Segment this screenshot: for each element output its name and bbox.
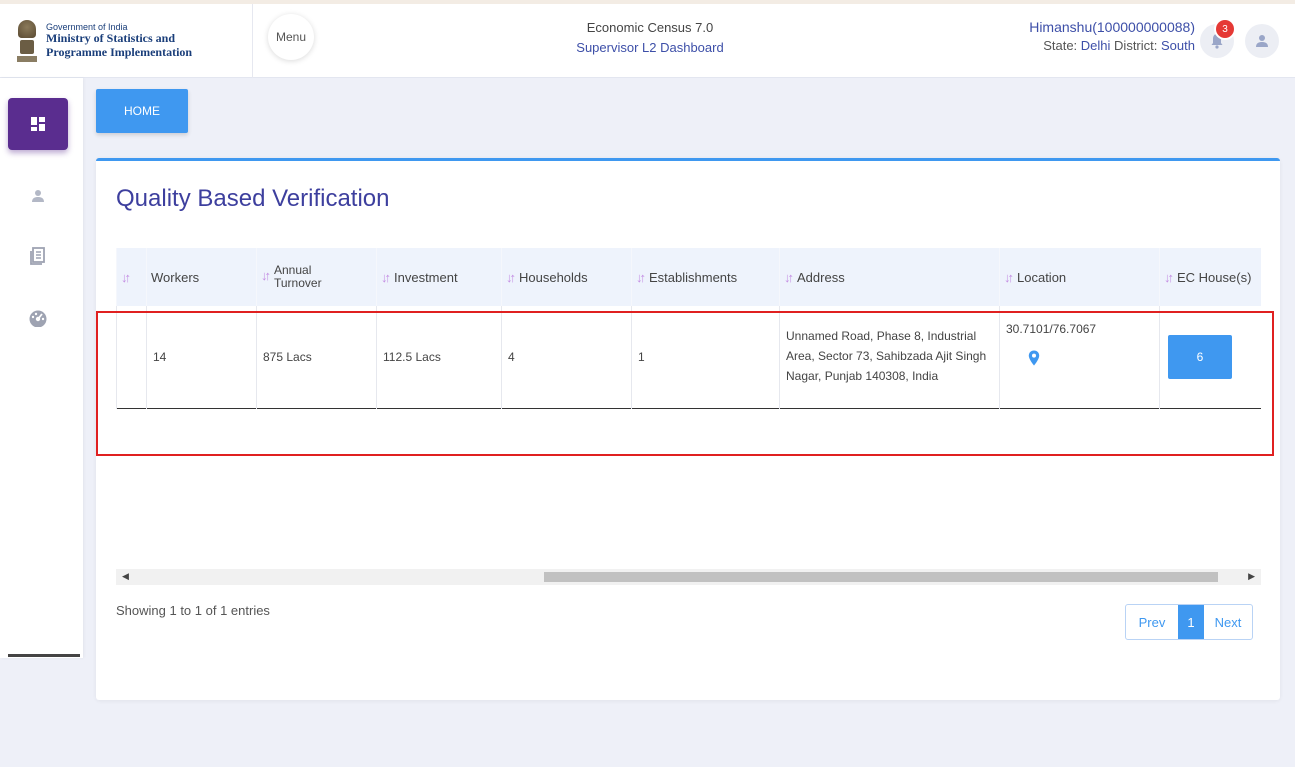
brand-logo[interactable]: Government of India Ministry of Statisti… xyxy=(0,4,253,78)
cell-households: 4 xyxy=(501,306,632,408)
column-header-households[interactable]: ↓↑ Households xyxy=(501,248,632,306)
brand-text: Government of India Ministry of Statisti… xyxy=(46,22,192,60)
table-row: 14 875 Lacs 112.5 Lacs 4 1 Unnamed Road,… xyxy=(116,306,1261,408)
column-header-address[interactable]: ↓↑ Address xyxy=(779,248,1000,306)
header-label: Investment xyxy=(394,269,458,285)
gauge-icon xyxy=(29,310,47,327)
census-title: Economic Census 7.0 xyxy=(586,20,714,35)
sidebar xyxy=(0,78,83,658)
top-header: Government of India Ministry of Statisti… xyxy=(0,0,1295,78)
header-label: Address xyxy=(797,269,845,285)
header-label: Establishments xyxy=(649,269,738,285)
sort-icon: ↓↑ xyxy=(381,269,391,285)
scrollbar-thumb[interactable] xyxy=(544,572,1218,582)
verification-table: ↓↑ Workers ↓↑ Annual Turnover ↓↑ Investmen… xyxy=(116,248,1261,409)
cell-workers: 14 xyxy=(146,306,257,408)
sort-icon: ↓↑ xyxy=(636,269,646,285)
header-label: Households xyxy=(519,269,588,285)
sidebar-item-profile[interactable] xyxy=(8,170,68,222)
cell-address: Unnamed Road, Phase 8, Industrial Area, … xyxy=(779,306,1000,408)
header-label: Annual Turnover xyxy=(274,262,322,290)
district-label: District: xyxy=(1114,37,1158,53)
location-coords: 30.7101/76.7067 xyxy=(1006,322,1097,336)
ministry-line2: Programme Implementation xyxy=(46,45,193,60)
next-page-button[interactable]: Next xyxy=(1204,605,1252,639)
national-emblem-icon xyxy=(16,14,38,68)
map-pin-button[interactable] xyxy=(1028,350,1153,369)
prev-page-button[interactable]: Prev xyxy=(1126,605,1178,639)
sort-icon: ↓↑ xyxy=(506,269,516,285)
state-label: State: xyxy=(1043,37,1078,53)
scroll-left-icon[interactable]: ◀ xyxy=(122,571,129,582)
column-header-establishments[interactable]: ↓↑ Establishments xyxy=(631,248,780,306)
user-info: Himanshu(100000000088) State: Delhi Dist… xyxy=(1029,18,1195,54)
scroll-right-icon[interactable]: ▶ xyxy=(1248,571,1255,582)
sidebar-item-reports[interactable] xyxy=(8,230,68,282)
home-button[interactable]: HOME xyxy=(96,89,188,133)
sidebar-divider xyxy=(8,654,80,657)
column-header-workers[interactable]: Workers xyxy=(146,248,257,306)
header-label: Location xyxy=(1017,269,1067,285)
cell-select xyxy=(116,306,147,408)
entries-info: Showing 1 to 1 of 1 entries xyxy=(116,603,270,618)
cell-investment: 112.5 Lacs xyxy=(376,306,502,408)
sort-icon: ↓↑ xyxy=(121,269,131,285)
sidebar-item-dashboard[interactable] xyxy=(8,98,68,150)
cell-location: 30.7101/76.7067 xyxy=(999,306,1160,408)
sidebar-item-analytics[interactable] xyxy=(8,292,68,344)
horizontal-scrollbar[interactable]: ◀ ▶ xyxy=(116,569,1261,585)
table-header-row: ↓↑ Workers ↓↑ Annual Turnover ↓↑ Investmen… xyxy=(116,248,1261,306)
app-title: Economic Census 7.0 Supervisor L2 Dashbo… xyxy=(540,18,760,57)
cell-establishments: 1 xyxy=(631,306,780,408)
dashboard-icon xyxy=(31,117,45,131)
header-label: EC House(s) xyxy=(1177,269,1252,285)
column-header-investment[interactable]: ↓↑ Investment xyxy=(376,248,502,306)
sort-icon: ↓↑ xyxy=(1004,269,1014,285)
sort-icon: ↓↑ xyxy=(261,268,271,284)
state-value: Delhi xyxy=(1080,37,1111,53)
column-header-turnover[interactable]: ↓↑ Annual Turnover xyxy=(256,248,377,306)
username: Himanshu(100000000088) xyxy=(1029,19,1195,35)
sort-icon: ↓↑ xyxy=(1164,269,1174,285)
dashboard-subtitle: Supervisor L2 Dashboard xyxy=(576,39,724,55)
ec-houses-button[interactable]: 6 xyxy=(1168,334,1232,379)
column-header-ec-houses[interactable]: ↓↑ EC House(s) xyxy=(1159,248,1261,306)
cell-ec-houses: 6 xyxy=(1159,306,1261,408)
ministry-line1: Ministry of Statistics and xyxy=(46,31,175,46)
user-location: State: Delhi District: South xyxy=(1029,37,1195,55)
user-avatar-button[interactable] xyxy=(1245,24,1279,58)
verification-card: Quality Based Verification ↓↑ Workers ↓↑… xyxy=(96,158,1280,700)
district-value: South xyxy=(1161,37,1195,53)
sort-icon: ↓↑ xyxy=(784,269,794,285)
column-header-location[interactable]: ↓↑ Location xyxy=(999,248,1160,306)
cell-turnover: 875 Lacs xyxy=(256,306,377,408)
page-1-button[interactable]: 1 xyxy=(1178,605,1204,639)
page-title: Quality Based Verification xyxy=(116,185,390,212)
data-table-container: ↓↑ Workers ↓↑ Annual Turnover ↓↑ Investmen… xyxy=(116,248,1261,570)
menu-button[interactable]: Menu xyxy=(268,14,314,60)
user-icon xyxy=(1256,35,1268,47)
pagination: Prev 1 Next xyxy=(1125,604,1253,640)
notification-count-badge: 3 xyxy=(1216,20,1234,38)
header-label: Workers xyxy=(151,269,200,285)
user-icon xyxy=(32,190,44,202)
document-icon xyxy=(30,247,45,265)
map-pin-icon xyxy=(1028,350,1040,366)
column-header-select[interactable]: ↓↑ xyxy=(116,248,147,306)
